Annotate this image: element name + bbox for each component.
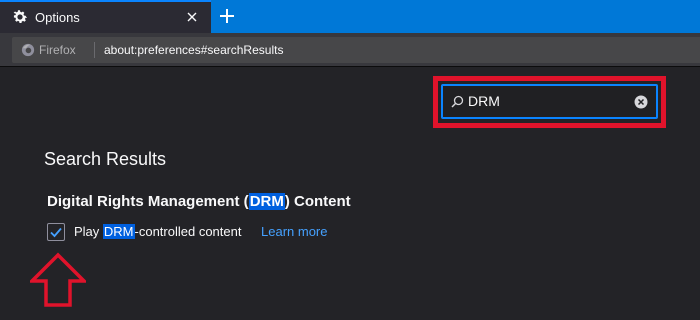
option-label-before: Play [74,224,103,239]
page-title: Search Results [44,149,167,169]
url-text[interactable]: about:preferences#searchResults [104,43,283,57]
search-match-highlight: DRM [248,193,285,210]
checkmark-icon [50,227,62,238]
tab-options[interactable]: Options [0,0,211,33]
navigation-bar: Firefox about:preferences#searchResults [0,33,700,67]
magnifier-icon [451,95,464,108]
section-title: Digital Rights Management (DRM) Content [47,193,351,210]
search-match-highlight: DRM [102,224,135,239]
firefox-icon [21,43,35,57]
option-label-after: -controlled content [134,224,242,239]
clear-icon[interactable] [634,95,648,109]
tab-title: Options [35,10,80,25]
identity-label: Firefox [39,43,76,57]
search-input[interactable]: DRM [441,84,658,119]
url-bar[interactable]: Firefox about:preferences#searchResults [12,37,700,63]
search-value[interactable]: DRM [468,93,500,109]
gear-icon [13,10,28,23]
plus-icon[interactable] [216,5,238,27]
section-title-after: ) Content [284,193,351,210]
close-icon[interactable] [184,9,200,25]
up-arrow-icon [30,252,86,307]
tab-bar: Options [0,0,700,33]
drm-checkbox[interactable] [47,223,65,241]
section-title-before: Digital Rights Management ( [47,193,249,210]
learn-more-link[interactable]: Learn more [261,224,327,239]
drm-checkbox-label[interactable]: Play DRM-controlled content [74,224,241,239]
url-separator [94,42,95,58]
